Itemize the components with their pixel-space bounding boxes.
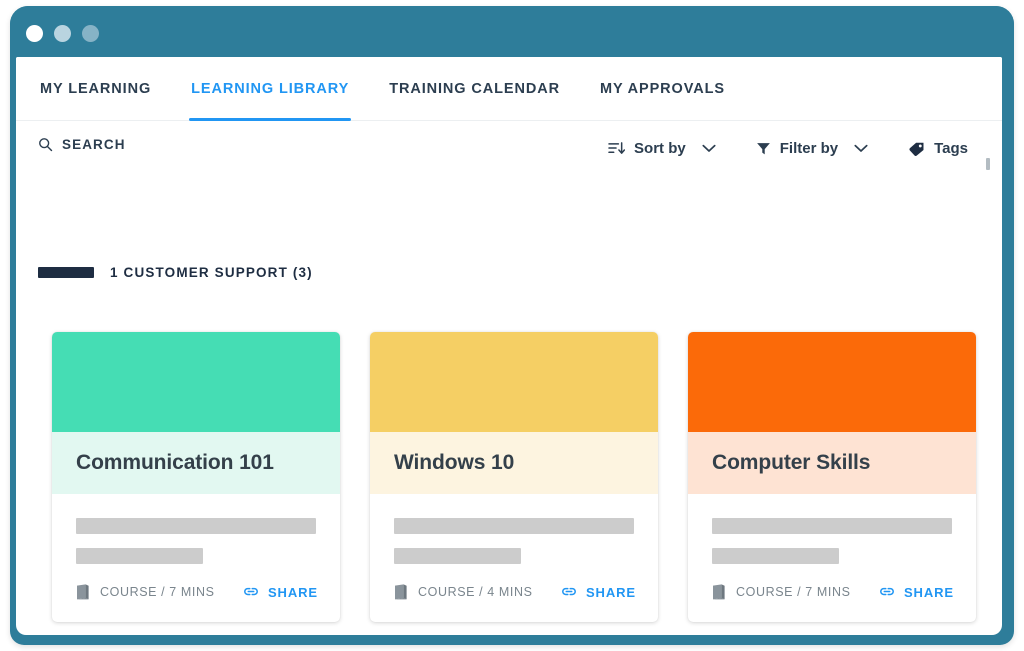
window-controls bbox=[26, 25, 99, 42]
sort-by-button[interactable]: Sort by bbox=[588, 136, 736, 161]
tab-label: MY LEARNING bbox=[40, 81, 152, 97]
tags-label: Tags bbox=[934, 140, 968, 157]
course-title: Windows 10 bbox=[394, 451, 515, 474]
placeholder-bar bbox=[394, 518, 634, 534]
toolbar-actions: Sort by Filter by Tags bbox=[588, 136, 990, 170]
course-card-banner bbox=[370, 332, 658, 432]
link-icon bbox=[879, 585, 895, 599]
chevron-down-icon bbox=[854, 144, 868, 153]
tags-button[interactable]: Tags bbox=[888, 136, 988, 161]
share-label: SHARE bbox=[903, 584, 954, 600]
course-card[interactable]: Communication 101 COURSE / 7 MINS SHARE bbox=[52, 332, 340, 622]
course-card-body bbox=[370, 494, 658, 564]
chevron-down-icon bbox=[702, 144, 716, 153]
placeholder-bar bbox=[76, 548, 204, 564]
share-label: SHARE bbox=[585, 584, 636, 600]
tab-my-learning[interactable]: MY LEARNING bbox=[38, 57, 171, 121]
share-button[interactable]: SHARE bbox=[879, 585, 954, 600]
sort-icon bbox=[608, 141, 626, 156]
course-meta-label: COURSE / 7 MINS bbox=[736, 585, 851, 599]
course-card-footer: COURSE / 7 MINS SHARE bbox=[688, 564, 976, 622]
link-icon bbox=[561, 585, 577, 599]
share-label: SHARE bbox=[267, 584, 318, 600]
tab-training-calendar[interactable]: TRAINING CALENDAR bbox=[369, 57, 580, 121]
category-section-header: 1 CUSTOMER SUPPORT (3) bbox=[38, 265, 313, 280]
section-title: 1 CUSTOMER SUPPORT (3) bbox=[110, 265, 313, 280]
share-button[interactable]: SHARE bbox=[243, 585, 318, 600]
course-card-title-band: Windows 10 bbox=[370, 432, 658, 494]
filter-icon bbox=[756, 141, 771, 156]
course-meta: COURSE / 7 MINS bbox=[712, 584, 851, 600]
course-meta: COURSE / 7 MINS bbox=[76, 584, 215, 600]
course-meta-label: COURSE / 4 MINS bbox=[418, 585, 533, 599]
minimize-window-button[interactable] bbox=[54, 25, 71, 42]
section-accent-bar bbox=[38, 267, 94, 278]
placeholder-bar bbox=[394, 548, 522, 564]
tag-icon bbox=[908, 141, 925, 157]
tab-learning-library[interactable]: LEARNING LIBRARY bbox=[171, 57, 369, 121]
course-card[interactable]: Computer Skills COURSE / 7 MINS SHARE bbox=[688, 332, 976, 622]
course-card-footer: COURSE / 4 MINS SHARE bbox=[370, 564, 658, 622]
filter-by-label: Filter by bbox=[779, 140, 839, 157]
placeholder-bar bbox=[712, 518, 952, 534]
tab-label: LEARNING LIBRARY bbox=[191, 81, 350, 97]
book-icon bbox=[76, 584, 90, 600]
course-card-body bbox=[688, 494, 976, 564]
tab-my-approvals[interactable]: MY APPROVALS bbox=[580, 57, 745, 121]
application-window: MY LEARNING LEARNING LIBRARY TRAINING CA… bbox=[10, 6, 1014, 645]
library-toolbar: SEARCH Sort by Filter by Tags bbox=[16, 121, 1002, 179]
course-card-footer: COURSE / 7 MINS SHARE bbox=[52, 564, 340, 622]
placeholder-bar bbox=[76, 518, 316, 534]
window-titlebar bbox=[10, 6, 1014, 57]
search-icon bbox=[38, 137, 53, 152]
link-icon bbox=[243, 585, 259, 599]
course-meta-label: COURSE / 7 MINS bbox=[100, 585, 215, 599]
course-card-title-band: Communication 101 bbox=[52, 432, 340, 494]
sort-by-label: Sort by bbox=[634, 140, 686, 157]
course-card[interactable]: Windows 10 COURSE / 4 MINS SHARE bbox=[370, 332, 658, 622]
course-meta: COURSE / 4 MINS bbox=[394, 584, 533, 600]
toolbar-overflow-indicator[interactable] bbox=[986, 158, 990, 170]
course-title: Communication 101 bbox=[76, 451, 274, 474]
search-input[interactable]: SEARCH bbox=[38, 137, 126, 152]
share-button[interactable]: SHARE bbox=[561, 585, 636, 600]
course-card-banner bbox=[52, 332, 340, 432]
course-card-body bbox=[52, 494, 340, 564]
maximize-window-button[interactable] bbox=[82, 25, 99, 42]
close-window-button[interactable] bbox=[26, 25, 43, 42]
page-content: MY LEARNING LEARNING LIBRARY TRAINING CA… bbox=[16, 57, 1002, 635]
filter-by-button[interactable]: Filter by bbox=[736, 136, 888, 161]
course-card-grid: Communication 101 COURSE / 7 MINS SHARE … bbox=[52, 332, 976, 622]
main-navigation-tabs: MY LEARNING LEARNING LIBRARY TRAINING CA… bbox=[16, 57, 1002, 121]
search-label: SEARCH bbox=[62, 137, 126, 152]
course-card-title-band: Computer Skills bbox=[688, 432, 976, 494]
tab-label: TRAINING CALENDAR bbox=[389, 81, 560, 97]
placeholder-bar bbox=[712, 548, 840, 564]
tab-label: MY APPROVALS bbox=[599, 81, 725, 97]
book-icon bbox=[394, 584, 408, 600]
course-card-banner bbox=[688, 332, 976, 432]
book-icon bbox=[712, 584, 726, 600]
course-title: Computer Skills bbox=[712, 451, 871, 474]
